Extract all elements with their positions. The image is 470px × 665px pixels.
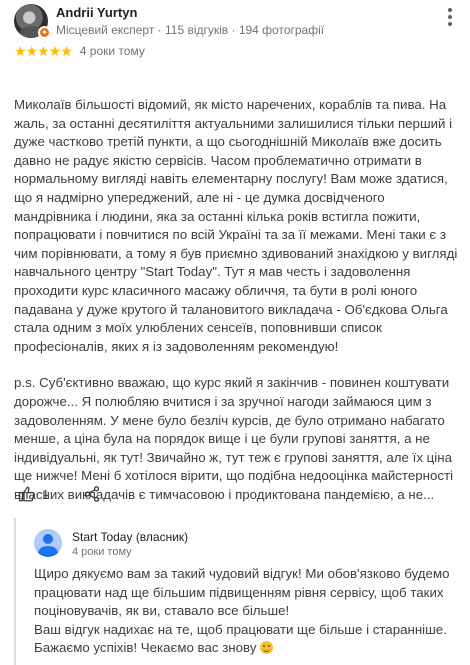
reply-divider	[14, 518, 16, 665]
owner-reply-text: Щиро дякуємо вам за такий чудовий відгук…	[34, 565, 464, 658]
like-count: 1	[42, 486, 50, 502]
owner-reply-body: Щиро дякуємо вам за такий чудовий відгук…	[34, 566, 450, 656]
review-header: ✦ Andrii Yurtyn Місцевий експерт · 115 в…	[14, 4, 464, 39]
review-actions: 1	[18, 484, 101, 504]
author-meta: Місцевий експерт · 115 відгуків · 194 фо…	[56, 23, 325, 37]
rating-row: ★★★★★ 4 роки тому	[14, 42, 145, 60]
star-rating: ★★★★★	[14, 42, 73, 59]
review-time: 4 роки тому	[79, 44, 145, 58]
owner-name: Start Today (власник)	[72, 530, 189, 544]
thumb-up-icon[interactable]	[18, 485, 36, 503]
review-paragraph: Миколаїв більшості відомий, як місто нар…	[14, 97, 458, 354]
owner-reply-time: 4 роки тому	[72, 546, 132, 558]
author-name[interactable]: Andrii Yurtyn	[56, 5, 137, 20]
more-vert-icon[interactable]	[442, 6, 458, 30]
local-guide-badge-icon: ✦	[38, 26, 51, 39]
owner-avatar	[34, 529, 62, 557]
review-body: Миколаїв більшості відомий, як місто нар…	[14, 96, 460, 522]
share-icon[interactable]	[83, 485, 101, 503]
smiley-icon	[260, 641, 274, 655]
